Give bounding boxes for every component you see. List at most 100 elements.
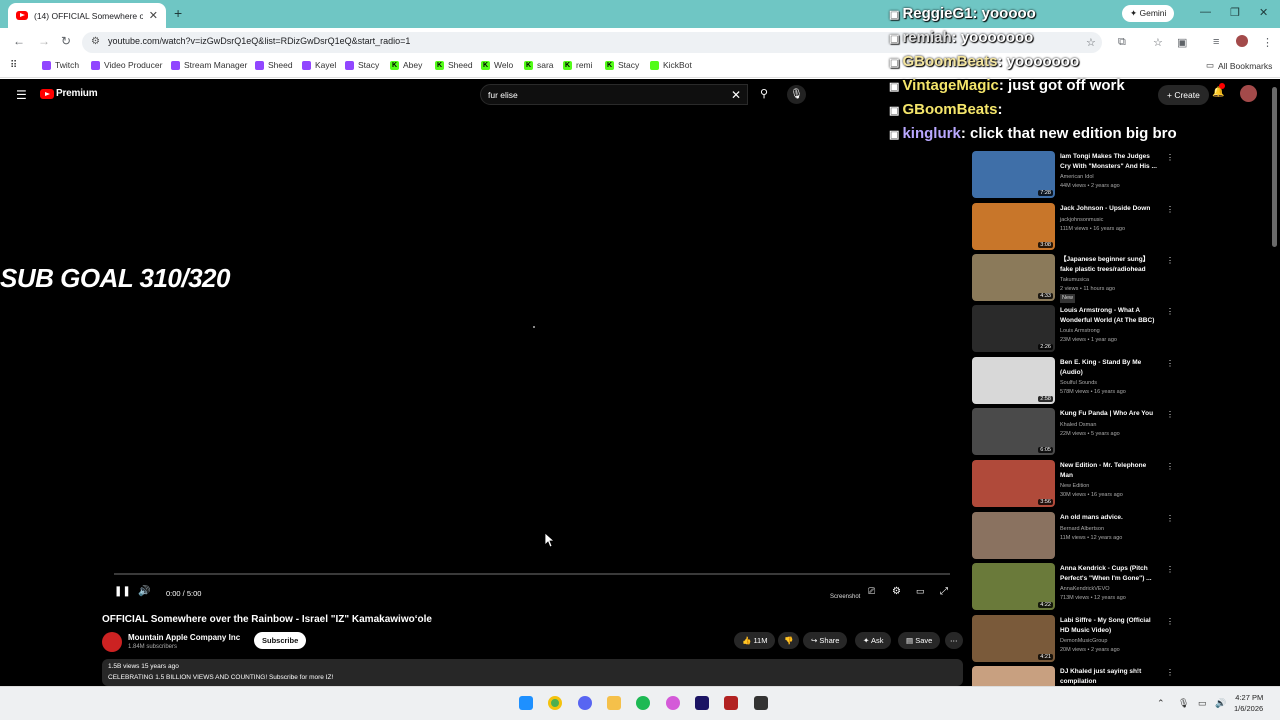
subscribe-button[interactable]: Subscribe (254, 632, 307, 649)
recommended-video[interactable]: 2:26 Louis Armstrong - What A Wonderful W… (972, 305, 1174, 353)
video-thumbnail[interactable]: 4:22 (972, 563, 1055, 610)
ask-button[interactable]: ✦ Ask (855, 632, 892, 649)
recommended-channel[interactable]: Takumusica (1060, 276, 1160, 285)
recommended-video[interactable]: 4:22 Anna Kendrick - Cups (Pitch Perfect'… (972, 563, 1174, 611)
voicemod-icon[interactable] (724, 696, 738, 710)
recommended-video[interactable]: An old mans advice. Bernard Albertson 11M … (972, 512, 1174, 560)
copilot-icon[interactable] (666, 696, 680, 710)
recommended-channel[interactable]: Louis Armstrong (1060, 327, 1160, 336)
more-options-icon[interactable]: ⋮ (1166, 153, 1174, 162)
bookmark-item[interactable]: Video Producer (91, 60, 162, 70)
video-thumbnail[interactable]: 2:58 (972, 357, 1055, 404)
more-actions-icon[interactable]: ⋯ (945, 632, 963, 649)
search-input[interactable]: fur elise ✕ (480, 84, 748, 105)
more-options-icon[interactable]: ⋮ (1166, 205, 1174, 214)
miniplayer-icon[interactable]: ▭ (916, 586, 925, 597)
volume-tray-icon[interactable]: 🔊 (1215, 698, 1226, 709)
recommended-video-title[interactable]: An old mans advice. (1060, 513, 1160, 523)
video-thumbnail[interactable]: 3:56 (972, 460, 1055, 507)
bookmark-item[interactable]: K Welo (481, 60, 513, 70)
screenshot-button[interactable]: Screenshot (830, 594, 860, 600)
minimize-icon[interactable]: — (1200, 6, 1211, 18)
recommended-video-title[interactable]: DJ Khaled just saying sh!t compilation (1060, 667, 1160, 686)
bookmark-item[interactable]: Sheed (255, 60, 293, 70)
address-bar[interactable]: ⚙ youtube.com/watch?v=izGwDsrQ1eQ&list=R… (82, 32, 1102, 53)
create-button[interactable]: + Create (1158, 85, 1209, 105)
more-options-icon[interactable]: ⋮ (1166, 668, 1174, 677)
progress-bar[interactable] (114, 573, 950, 575)
recommended-channel[interactable]: DemonMusicGroup (1060, 637, 1160, 646)
recommended-video-title[interactable]: New Edition - Mr. Telephone Man (1060, 461, 1160, 480)
obs-icon[interactable] (754, 696, 768, 710)
recommended-channel[interactable]: Bernard Albertson (1060, 525, 1160, 534)
bookmark-item[interactable]: K Stacy (605, 60, 639, 70)
file-explorer-icon[interactable] (607, 696, 621, 710)
more-options-icon[interactable]: ⋮ (1166, 256, 1174, 265)
more-options-icon[interactable]: ⋮ (1166, 514, 1174, 523)
tray-overflow-icon[interactable]: ⌃ (1157, 698, 1165, 709)
bookmark-item[interactable]: Kremi (563, 60, 593, 70)
volume-icon[interactable]: 🔊 (138, 586, 150, 597)
browser-tab[interactable]: (14) OFFICIAL Somewhere over ✕ (8, 3, 166, 28)
dislike-button[interactable]: 👎 (778, 632, 800, 649)
downloads-icon[interactable]: ≡ (1213, 36, 1219, 48)
recommended-video-title[interactable]: 【Japanese beginner sung】 fake plastic tr… (1060, 255, 1160, 274)
recommended-video[interactable]: 4:21 Labi Siffre - My Song (Official HD M… (972, 615, 1174, 663)
forward-icon[interactable]: → (38, 34, 50, 48)
bookmark-item[interactable]: Stacy (345, 60, 379, 70)
recommended-video[interactable]: 7:28 Iam Tongi Makes The Judges Cry With … (972, 151, 1174, 199)
chrome-menu-icon[interactable]: ⋮ (1262, 36, 1273, 49)
video-player[interactable]: ❚❚ 🔊 0:00 / 5:00 Screenshot ⎚ ⚙ ▭ ⤢ (102, 106, 962, 606)
spotify-icon[interactable] (636, 696, 650, 710)
clock[interactable]: 4:27 PM 1/6/2026 (1234, 692, 1263, 714)
bookmarks-icon[interactable]: ☆ (1153, 36, 1163, 49)
channel-name[interactable]: Mountain Apple Company Inc (128, 633, 240, 642)
more-options-icon[interactable]: ⋮ (1166, 617, 1174, 626)
recommended-video-title[interactable]: Labi Siffre - My Song (Official HD Music… (1060, 616, 1160, 635)
recommended-video-title[interactable]: Kung Fu Panda | Who Are You (1060, 409, 1160, 419)
all-bookmarks-folder[interactable]: ▭ All Bookmarks (1206, 60, 1272, 71)
recommended-channel[interactable]: American Idol (1060, 173, 1160, 182)
share-button[interactable]: ↪ Share (803, 632, 848, 649)
description-box[interactable]: 1.5B views 15 years ago CELEBRATING 1.5 … (102, 659, 963, 686)
video-thumbnail[interactable]: 4:21 (972, 615, 1055, 662)
more-options-icon[interactable]: ⋮ (1166, 410, 1174, 419)
bookmark-item[interactable]: K Abey (390, 60, 422, 70)
recommended-video[interactable]: 4:33 【Japanese beginner sung】 fake plasti… (972, 254, 1174, 303)
video-thumbnail[interactable]: 4:33 (972, 254, 1055, 301)
recommended-channel[interactable]: New Edition (1060, 482, 1160, 491)
network-icon[interactable]: ▭ (1198, 698, 1207, 709)
bookmark-item[interactable]: K Sheed (435, 60, 473, 70)
apps-icon[interactable]: ⠿ (10, 60, 17, 71)
recommended-channel[interactable]: AnnaKendrickVEVO (1060, 585, 1160, 594)
extensions-icon[interactable]: ⧉ (1118, 36, 1126, 49)
account-avatar[interactable] (1240, 85, 1257, 102)
search-icon[interactable]: ⚲ (750, 84, 778, 105)
discord-icon[interactable] (578, 696, 592, 710)
like-button[interactable]: 👍 11M (734, 632, 776, 649)
more-options-icon[interactable]: ⋮ (1166, 307, 1174, 316)
channel-avatar[interactable] (102, 632, 122, 652)
youtube-brand[interactable]: Premium (56, 88, 98, 99)
bookmark-item[interactable]: Kayel (302, 60, 336, 70)
close-window-icon[interactable]: ✕ (1259, 6, 1268, 19)
recommended-video-title[interactable]: Jack Johnson - Upside Down (1060, 204, 1160, 214)
video-thumbnail[interactable]: 3:08 (972, 203, 1055, 250)
captions-icon[interactable]: ⎚ (868, 586, 875, 597)
microphone-icon[interactable]: 🎙 (787, 85, 806, 104)
video-thumbnail[interactable]: 6:05 (972, 408, 1055, 455)
reload-icon[interactable]: ↻ (61, 34, 71, 48)
new-tab-icon[interactable]: + (174, 5, 182, 21)
bookmark-star-icon[interactable]: ☆ (1086, 36, 1096, 49)
recommended-channel[interactable]: Khaled Osman (1060, 421, 1160, 430)
video-thumbnail[interactable]: 2:26 (972, 305, 1055, 352)
bookmark-item[interactable]: Stream Manager (171, 60, 247, 70)
more-options-icon[interactable]: ⋮ (1166, 462, 1174, 471)
recommended-video-title[interactable]: Anna Kendrick - Cups (Pitch Perfect's "W… (1060, 564, 1160, 583)
recommended-channel[interactable]: Soulful Sounds (1060, 379, 1160, 388)
tab-close-icon[interactable]: ✕ (149, 9, 158, 22)
site-info-icon[interactable]: ⚙ (91, 36, 100, 47)
more-options-icon[interactable]: ⋮ (1166, 359, 1174, 368)
menu-icon[interactable]: ☰ (16, 88, 27, 102)
profile-avatar-icon[interactable] (1236, 35, 1248, 47)
